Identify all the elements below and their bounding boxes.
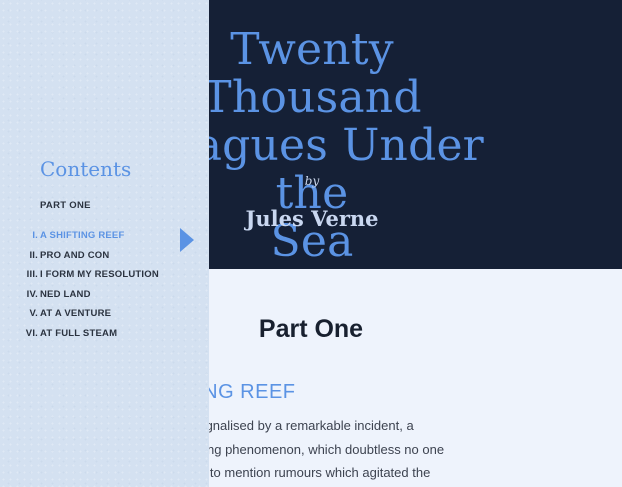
toc-part-label: PART ONE bbox=[40, 200, 91, 211]
caret-right-icon[interactable] bbox=[180, 228, 194, 252]
toc-item-label: AT A VENTURE bbox=[40, 308, 112, 319]
toc-item-number: VI. bbox=[25, 327, 38, 339]
toc-item-at-full-steam[interactable]: VI. AT FULL STEAM bbox=[0, 326, 209, 346]
toc-item-a-shifting-reef[interactable]: I. A SHIFTING REEF bbox=[0, 228, 209, 248]
toc-item-at-a-venture[interactable]: V. AT A VENTURE bbox=[0, 306, 209, 326]
toc-item-number: I. bbox=[32, 230, 38, 241]
toc-item-label: NED LAND bbox=[40, 288, 91, 300]
contents-title: Contents bbox=[40, 157, 132, 181]
toc-item-number: IV. bbox=[26, 288, 38, 300]
toc-list: I. A SHIFTING REEF II. PRO AND CON III. … bbox=[0, 228, 209, 345]
toc-item-label: I FORM MY RESOLUTION bbox=[40, 269, 159, 280]
toc-item-i-form-my-resolution[interactable]: III. I FORM MY RESOLUTION bbox=[0, 267, 209, 287]
toc-item-pro-and-con[interactable]: II. PRO AND CON bbox=[0, 248, 209, 268]
toc-item-number: V. bbox=[29, 308, 38, 319]
toc-item-label: AT FULL STEAM bbox=[40, 327, 118, 339]
contents-sidebar: Contents PART ONE I. A SHIFTING REEF II.… bbox=[0, 0, 209, 487]
toc-item-number: II. bbox=[29, 249, 38, 261]
toc-item-label: PRO AND CON bbox=[40, 249, 110, 261]
toc-item-number: III. bbox=[26, 269, 38, 280]
toc-item-ned-land[interactable]: IV. NED LAND bbox=[0, 287, 209, 307]
toc-item-label: A SHIFTING REEF bbox=[40, 230, 125, 241]
